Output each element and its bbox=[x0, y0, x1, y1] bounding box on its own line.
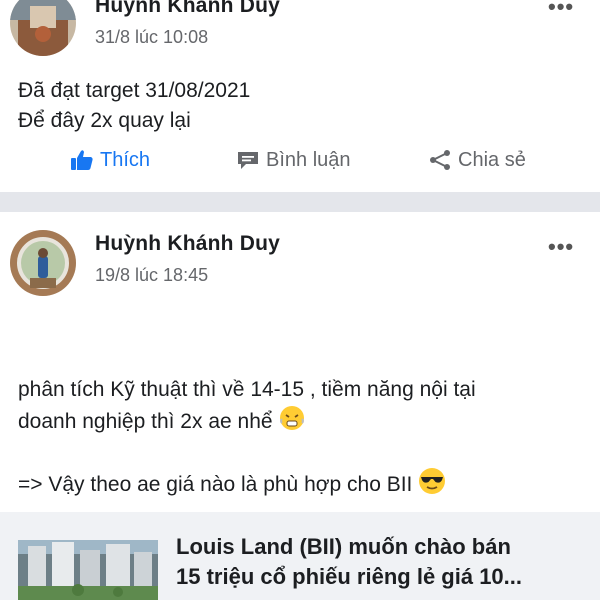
post-2: Huỳnh Khánh Duy 19/8 lúc 18:45 ••• phân … bbox=[0, 212, 600, 600]
post-1: Huỳnh Khánh Duy 31/8 lúc 10:08 ••• Đã đạ… bbox=[0, 0, 600, 192]
author-name[interactable]: Huỳnh Khánh Duy bbox=[95, 232, 280, 256]
avatar[interactable] bbox=[10, 0, 76, 56]
share-label: Chia sẻ bbox=[458, 148, 526, 171]
comment-button[interactable]: Bình luận bbox=[236, 140, 351, 180]
avatar[interactable] bbox=[10, 230, 76, 296]
comment-label: Bình luận bbox=[266, 148, 351, 171]
post-timestamp[interactable]: 19/8 lúc 18:45 bbox=[95, 265, 208, 286]
author-name[interactable]: Huỳnh Khánh Duy bbox=[95, 0, 280, 18]
post-text-line: Để đây 2x quay lại bbox=[18, 109, 191, 132]
more-icon[interactable]: ••• bbox=[548, 236, 574, 258]
like-thumb-icon bbox=[70, 149, 94, 171]
link-preview-card[interactable]: Louis Land (BII) muốn chào bán 15 triệu … bbox=[0, 512, 600, 600]
link-preview-title-line[interactable]: Louis Land (BII) muốn chào bán bbox=[176, 532, 511, 562]
post-text-segment: doanh nghiệp thì 2x ae nhể bbox=[18, 410, 273, 434]
post-separator bbox=[0, 192, 600, 212]
post-text-line: => Vậy theo ae giá nào là phù hợp cho BI… bbox=[18, 467, 446, 504]
like-label: Thích bbox=[100, 148, 151, 171]
like-button[interactable]: Thích bbox=[70, 140, 150, 180]
post-actions: Thích Bình luận Chia sẻ bbox=[0, 140, 600, 180]
share-icon bbox=[428, 149, 452, 171]
post-text-segment: => Vậy theo ae giá nào là phù hợp cho BI… bbox=[18, 473, 413, 497]
post-text-line: doanh nghiệp thì 2x ae nhể bbox=[18, 405, 305, 440]
post-text-line: Đã đạt target 31/08/2021 bbox=[18, 79, 251, 102]
share-button[interactable]: Chia sẻ bbox=[428, 140, 526, 180]
sunglasses-emoji-icon bbox=[418, 467, 446, 504]
post-timestamp[interactable]: 31/8 lúc 10:08 bbox=[95, 27, 208, 48]
link-preview-thumbnail bbox=[18, 540, 158, 600]
more-icon[interactable]: ••• bbox=[548, 0, 574, 18]
post-text-line: phân tích Kỹ thuật thì về 14-15 , tiềm n… bbox=[18, 378, 476, 401]
steam-nose-emoji-icon bbox=[279, 405, 305, 440]
comment-icon bbox=[236, 150, 260, 170]
link-preview-title-line[interactable]: 15 triệu cổ phiếu riêng lẻ giá 10... bbox=[176, 562, 522, 592]
